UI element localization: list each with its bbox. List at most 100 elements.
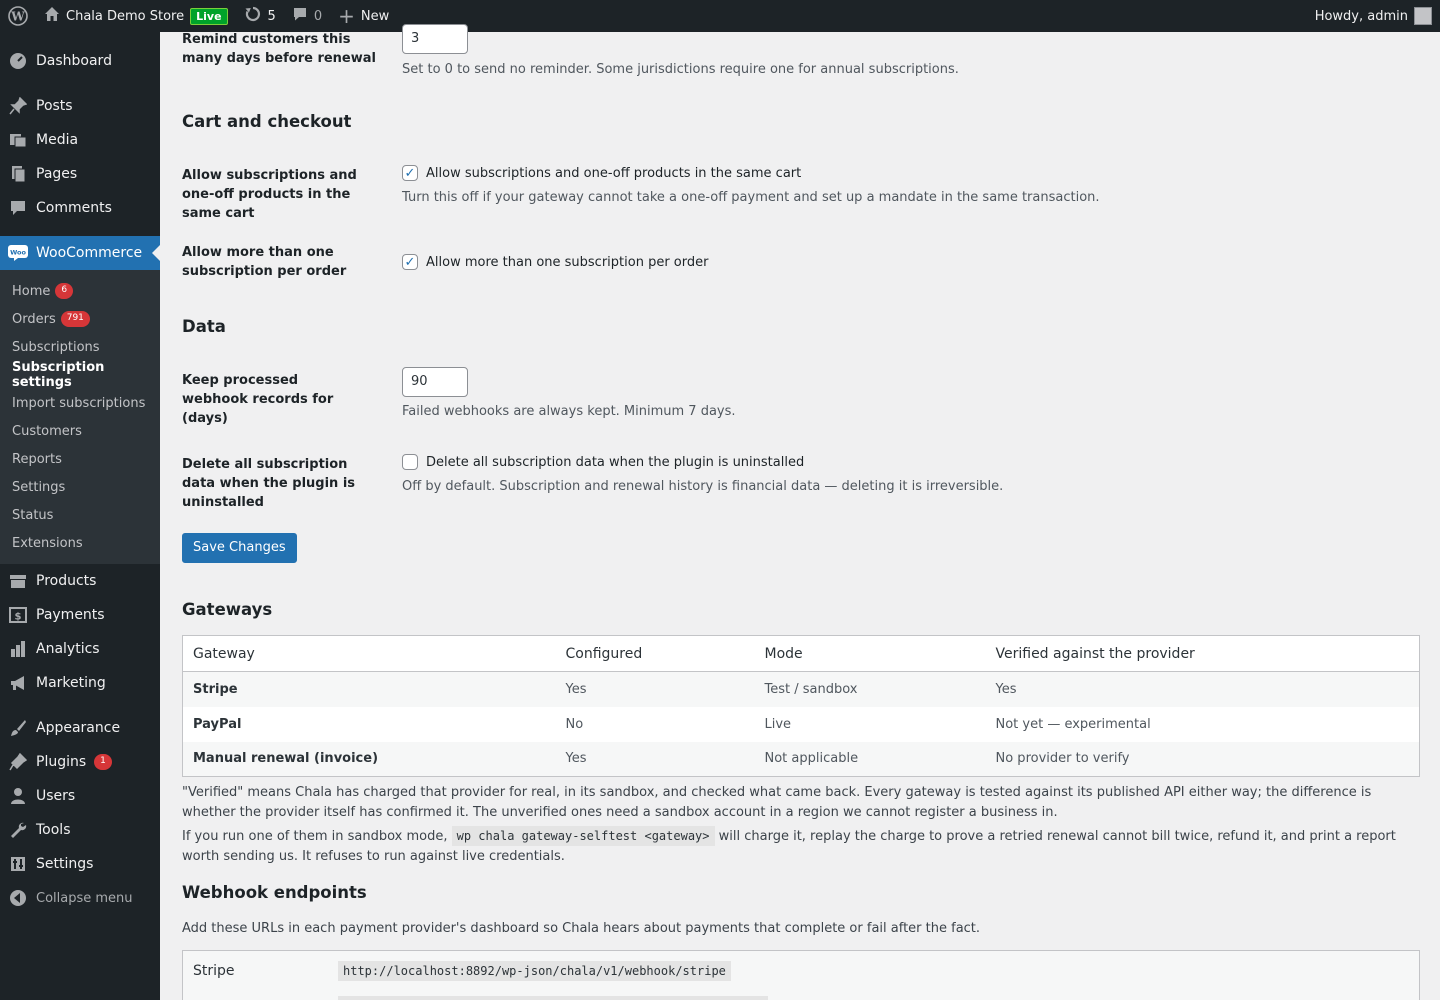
gateway-verified: Not yet — experimental — [995, 716, 1151, 732]
menu-users-label: Users — [36, 788, 76, 804]
site-name: Chala Demo Store — [66, 8, 185, 24]
webhooks-heading: Webhook endpoints — [182, 883, 367, 902]
column-header-gateway: Gateway — [182, 635, 556, 672]
comments-icon — [8, 198, 28, 218]
site-name-link[interactable]: Chala Demo Store Live — [36, 0, 236, 32]
menu-plugins-label: Plugins — [36, 754, 87, 770]
table-row: Stripe Yes Test / sandbox Yes — [182, 671, 1420, 707]
menu-woocommerce[interactable]: Woo WooCommerce — [0, 236, 160, 270]
menu-payments[interactable]: $ Payments — [0, 598, 160, 632]
comments-link[interactable]: 0 — [284, 0, 330, 32]
pages-icon — [8, 164, 28, 184]
menu-products[interactable]: Products — [0, 564, 160, 598]
gateways-table: Gateway Configured Mode Verified against… — [182, 635, 1420, 777]
gateway-verified: No provider to verify — [985, 741, 1420, 777]
svg-text:W: W — [10, 10, 25, 24]
collapse-menu-button[interactable]: Collapse menu — [0, 881, 160, 915]
wrench-icon — [8, 820, 28, 840]
menu-posts[interactable]: Posts — [0, 89, 160, 123]
megaphone-icon — [8, 673, 28, 693]
analytics-icon — [8, 639, 28, 659]
woocommerce-submenu: Home 6 Orders 791 Subscriptions Subscripti… — [0, 270, 160, 564]
submenu-status[interactable]: Status — [0, 501, 160, 529]
column-header-mode: Mode — [754, 635, 986, 672]
gateway-configured: Yes — [555, 741, 755, 777]
delete-data-checkbox-label: Delete all subscription data when the pl… — [426, 454, 805, 470]
updates-link[interactable]: 5 — [236, 0, 284, 32]
new-content-link[interactable]: + New — [330, 0, 397, 32]
delete-data-label: Delete all subscription data when the pl… — [182, 457, 356, 510]
wordpress-logo-icon[interactable]: W — [0, 0, 36, 32]
delete-data-checkbox-line[interactable]: Delete all subscription data when the pl… — [402, 454, 804, 470]
submenu-customers[interactable]: Customers — [0, 417, 160, 445]
menu-posts-label: Posts — [36, 98, 73, 114]
pushpin-icon — [8, 96, 28, 116]
gateway-mode: Live — [764, 716, 792, 732]
menu-media[interactable]: Media — [0, 123, 160, 157]
multi-subscription-checkbox-line[interactable]: ✓ Allow more than one subscription per o… — [402, 254, 708, 270]
save-changes-button[interactable]: Save Changes — [182, 533, 297, 563]
data-section-heading: Data — [182, 317, 226, 336]
svg-text:$: $ — [15, 612, 22, 623]
webhook-provider-name: Stripe — [193, 963, 235, 979]
submenu-settings[interactable]: Settings — [0, 473, 160, 501]
submenu-extensions[interactable]: Extensions — [0, 529, 160, 557]
webhook-url[interactable]: http://localhost:8892/wp-json/chala/v1/w… — [338, 961, 731, 981]
menu-marketing[interactable]: Marketing — [0, 666, 160, 700]
mixed-cart-checkbox-label: Allow subscriptions and one-off products… — [426, 165, 802, 181]
comments-count: 0 — [313, 8, 323, 24]
reminder-input[interactable]: 3 — [402, 24, 468, 54]
menu-tools[interactable]: Tools — [0, 813, 160, 847]
menu-plugins[interactable]: Plugins 1 — [0, 745, 160, 779]
payments-icon: $ — [8, 605, 28, 625]
home-badge: 6 — [55, 283, 74, 299]
menu-tools-label: Tools — [36, 822, 71, 838]
menu-dashboard[interactable]: Dashboard — [0, 44, 160, 78]
menu-media-label: Media — [36, 132, 79, 148]
gateways-heading: Gateways — [182, 600, 273, 619]
submenu-home[interactable]: Home 6 — [0, 277, 160, 305]
collapse-icon — [8, 888, 28, 908]
menu-appearance-label: Appearance — [36, 720, 121, 736]
multi-subscription-checkbox[interactable]: ✓ — [402, 254, 418, 270]
products-icon — [8, 571, 28, 591]
menu-pages[interactable]: Pages — [0, 157, 160, 191]
webhook-row: Stripe http://localhost:8892/wp-json/cha… — [193, 961, 731, 981]
menu-users[interactable]: Users — [0, 779, 160, 813]
column-header-verified: Verified against the provider — [985, 635, 1420, 672]
gateway-verified: Yes — [985, 671, 1420, 707]
menu-comments[interactable]: Comments — [0, 191, 160, 225]
gateway-name: Manual renewal (invoice) — [182, 741, 556, 777]
menu-comments-label: Comments — [36, 200, 112, 216]
table-row: Manual renewal (invoice) Yes Not applica… — [182, 741, 1420, 777]
plugin-icon — [8, 752, 28, 772]
paintbrush-icon — [8, 718, 28, 738]
orders-badge: 791 — [60, 311, 90, 327]
live-badge: Live — [190, 7, 228, 25]
submenu-subscription-settings[interactable]: Subscription settings — [0, 360, 160, 390]
submenu-orders[interactable]: Orders 791 — [0, 305, 160, 333]
reminder-label: Remind customers this many days before r… — [182, 32, 376, 66]
menu-appearance[interactable]: Appearance — [0, 711, 160, 745]
menu-marketing-label: Marketing — [36, 675, 106, 691]
submenu-home-label: Home — [12, 283, 51, 299]
cart-section-heading: Cart and checkout — [182, 112, 352, 131]
account-menu[interactable]: Howdy, admin — [1307, 0, 1440, 32]
submenu-reports[interactable]: Reports — [0, 445, 160, 473]
svg-text:Woo: Woo — [10, 249, 26, 257]
menu-settings[interactable]: Settings — [0, 847, 160, 881]
webhook-endpoints-box: Stripe http://localhost:8892/wp-json/cha… — [182, 950, 1420, 1000]
webhooks-description: Add these URLs in each payment provider'… — [182, 921, 981, 936]
delete-data-checkbox[interactable] — [402, 454, 418, 470]
mixed-cart-checkbox[interactable]: ✓ — [402, 165, 418, 181]
menu-analytics[interactable]: Analytics — [0, 632, 160, 666]
menu-dashboard-label: Dashboard — [36, 53, 112, 69]
mixed-cart-checkbox-line[interactable]: ✓ Allow subscriptions and one-off produc… — [402, 165, 801, 181]
submenu-subscriptions[interactable]: Subscriptions — [0, 333, 160, 361]
updates-icon — [244, 5, 262, 27]
plus-icon: + — [338, 4, 355, 28]
webhook-retention-input[interactable]: 90 — [402, 367, 468, 397]
webhook-retention-label: Keep processed webhook records for (days… — [182, 373, 334, 426]
submenu-import-subscriptions[interactable]: Import subscriptions — [0, 389, 160, 417]
gateway-configured: Yes — [555, 671, 755, 707]
